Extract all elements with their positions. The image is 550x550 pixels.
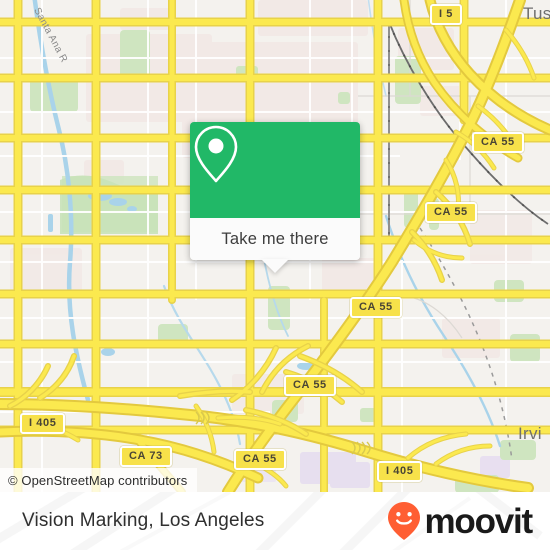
popup-marker-area — [190, 122, 360, 218]
moovit-wordmark: moovit — [424, 501, 533, 541]
road-shield-ca55-ne: CA 55 — [472, 132, 524, 153]
location-popup-card[interactable]: Take me there — [190, 122, 360, 273]
page-title: Vision Marking, Los Angeles — [22, 510, 265, 531]
road-shield-i5: I 5 — [430, 4, 463, 25]
road-shield-ca55-south: CA 55 — [234, 449, 286, 470]
popup-tail — [261, 259, 289, 273]
road-shield-ca55-east: CA 55 — [425, 202, 477, 223]
map-attribution[interactable]: © OpenStreetMap contributors — [0, 468, 198, 492]
moovit-pin-smile-icon — [388, 502, 421, 540]
attribution-text: © OpenStreetMap contributors — [8, 472, 188, 488]
place-label-irvine: Irvi — [518, 424, 542, 443]
moovit-logo[interactable]: moovit — [387, 501, 533, 541]
footer-bar: Vision Marking, Los Angeles moovit — [0, 492, 550, 550]
road-shield-ca55-lower: CA 55 — [284, 375, 336, 396]
road-shield-ca73: CA 73 — [120, 446, 172, 467]
place-label-tustin: Tus — [523, 4, 550, 23]
moovit-map-screenshot: I 5 CA 55 CA 55 CA 55 CA 55 CA 73 CA 55 … — [0, 0, 550, 550]
road-shield-i405-south: I 405 — [377, 461, 423, 482]
road-shield-ca55-mid: CA 55 — [350, 297, 402, 318]
take-me-there-button[interactable]: Take me there — [221, 230, 328, 249]
road-shield-i405-west: I 405 — [20, 413, 66, 434]
map-canvas[interactable]: I 5 CA 55 CA 55 CA 55 CA 55 CA 73 CA 55 … — [0, 0, 550, 492]
popup-action-bar[interactable]: Take me there — [190, 218, 360, 273]
map-pin-icon — [194, 125, 238, 183]
